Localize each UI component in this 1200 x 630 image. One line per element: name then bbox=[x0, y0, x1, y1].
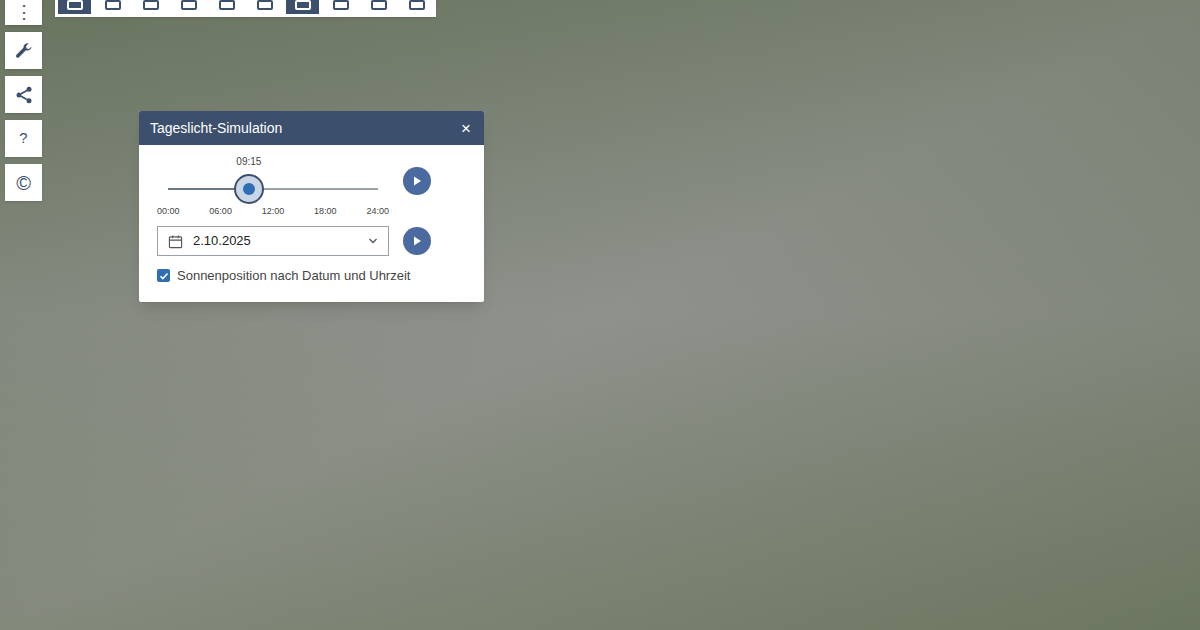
tool-icon bbox=[105, 0, 121, 10]
toolbar-button[interactable] bbox=[286, 0, 319, 14]
wrench-icon bbox=[14, 41, 34, 61]
check-icon bbox=[159, 271, 169, 281]
toolbar-button[interactable] bbox=[134, 0, 167, 14]
calendar-icon bbox=[168, 234, 183, 249]
chevron-down-icon bbox=[368, 236, 378, 246]
sun-position-checkbox[interactable] bbox=[157, 269, 170, 282]
time-slider[interactable]: 09:15 00:00 06:00 12:00 18:00 24:00 bbox=[157, 150, 389, 218]
sun-position-option[interactable]: Sonnenposition nach Datum und Uhrzeit bbox=[157, 266, 466, 286]
tool-icon bbox=[409, 0, 425, 10]
play-date-button[interactable] bbox=[403, 227, 431, 255]
toolbar-button[interactable] bbox=[96, 0, 129, 14]
copyright-button[interactable]: © bbox=[5, 164, 42, 201]
date-value: 2.10.2025 bbox=[193, 231, 358, 251]
tick-label: 18:00 bbox=[314, 205, 337, 219]
close-button[interactable]: × bbox=[459, 120, 473, 137]
time-reading: 09:15 bbox=[236, 154, 261, 169]
slider-track[interactable]: 09:15 bbox=[168, 188, 378, 190]
toolbar-button[interactable] bbox=[210, 0, 243, 14]
toolbar-button[interactable] bbox=[172, 0, 205, 14]
dialog-title: Tageslicht-Simulation bbox=[150, 118, 282, 139]
sun-position-label: Sonnenposition nach Datum und Uhrzeit bbox=[177, 266, 410, 286]
play-time-button[interactable] bbox=[403, 167, 431, 195]
tick-label: 12:00 bbox=[262, 205, 285, 219]
play-icon bbox=[411, 235, 423, 247]
toolbar-button[interactable] bbox=[248, 0, 281, 14]
dialog-body: 09:15 00:00 06:00 12:00 18:00 24:00 2.10.202… bbox=[139, 145, 484, 302]
dialog-header: Tageslicht-Simulation × bbox=[139, 111, 484, 145]
aerial-image bbox=[0, 0, 1200, 630]
tool-icon bbox=[295, 0, 311, 10]
toolbar-button[interactable] bbox=[324, 0, 357, 14]
tool-icon bbox=[219, 0, 235, 10]
tick-label: 24:00 bbox=[366, 205, 389, 219]
tick-label: 00:00 bbox=[157, 205, 180, 219]
date-field[interactable]: 2.10.2025 bbox=[157, 226, 389, 256]
share-button[interactable] bbox=[5, 76, 42, 113]
tools-button[interactable] bbox=[5, 32, 42, 69]
menu-button[interactable]: ⋮ bbox=[5, 0, 42, 25]
tool-icon bbox=[333, 0, 349, 10]
slider-ticks: 00:00 06:00 12:00 18:00 24:00 bbox=[157, 205, 389, 219]
play-icon bbox=[411, 175, 423, 187]
slider-thumb[interactable] bbox=[234, 174, 264, 204]
share-icon bbox=[14, 85, 34, 105]
tool-icon bbox=[143, 0, 159, 10]
daylight-dialog: Tageslicht-Simulation × 09:15 00:00 06:00… bbox=[139, 111, 484, 302]
help-button[interactable]: ? bbox=[5, 120, 42, 157]
tool-icon bbox=[181, 0, 197, 10]
tool-icon bbox=[371, 0, 387, 10]
top-toolbar bbox=[55, 0, 436, 17]
tool-icon bbox=[67, 0, 83, 10]
map-view[interactable]: ⋮ ? © Tageslicht-Simulation × 09:15 bbox=[0, 0, 1200, 630]
toolbar-button[interactable] bbox=[58, 0, 91, 14]
side-toolbar: ⋮ ? © bbox=[5, 0, 42, 201]
toolbar-button[interactable] bbox=[362, 0, 395, 14]
toolbar-button[interactable] bbox=[400, 0, 433, 14]
tick-label: 06:00 bbox=[209, 205, 232, 219]
tool-icon bbox=[257, 0, 273, 10]
